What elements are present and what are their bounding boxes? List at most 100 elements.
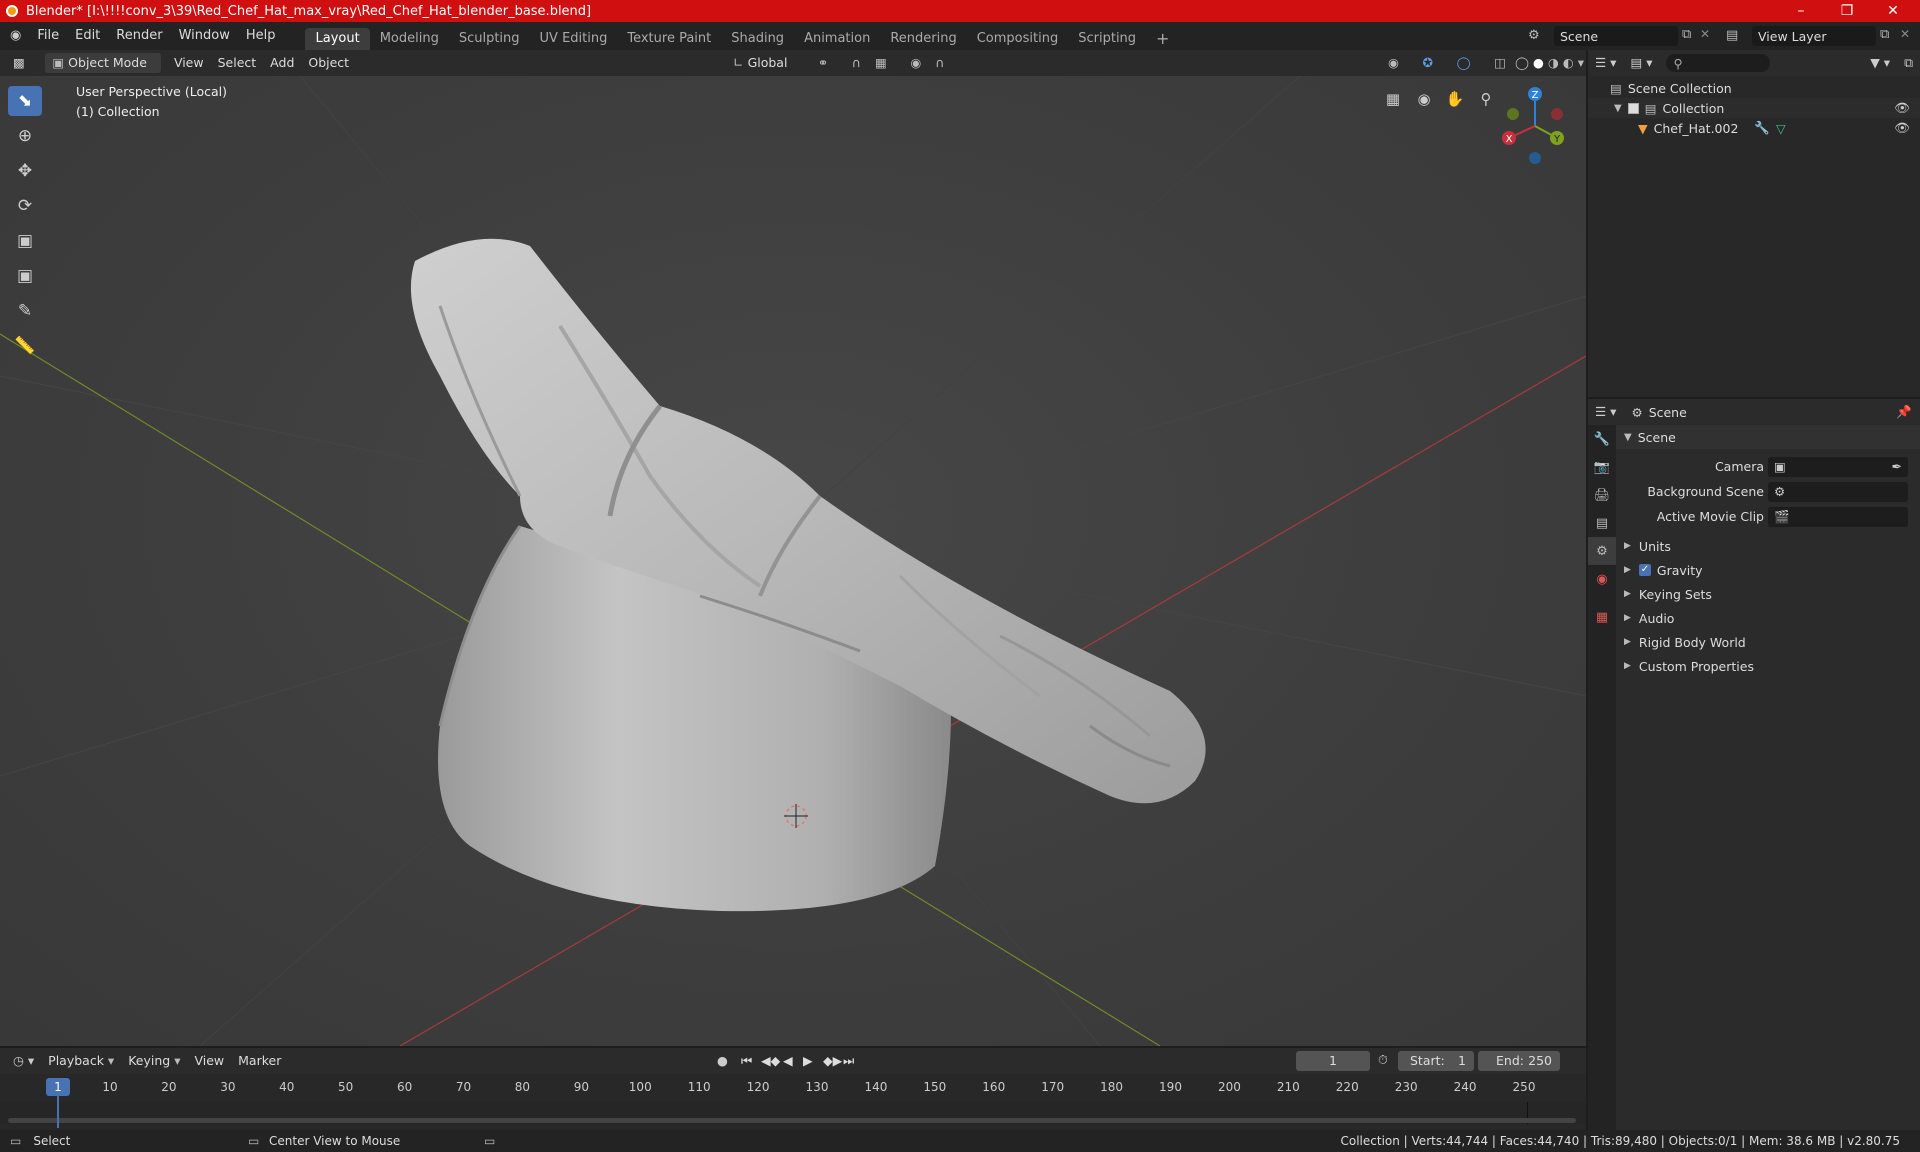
display-mode-icon[interactable]: ▤ ▾ [1623,53,1659,73]
new-collection-icon[interactable]: ⧉ [1897,53,1920,73]
outliner-editor-type-icon[interactable]: ☰ ▾ [1588,53,1623,73]
keying-sets-panel-header[interactable]: ▶ Keying Sets [1616,582,1920,606]
filter-icon[interactable]: ▼ ▾ [1863,53,1897,73]
minimize-button[interactable]: – [1778,0,1824,22]
rotate-tool-icon[interactable]: ⟳ [8,191,42,221]
menu-edit[interactable]: Edit [67,25,108,47]
transform-tool-icon[interactable]: ▣ [8,261,42,291]
navigation-gizmo[interactable]: Z X Y [1495,86,1575,166]
orientation-selector[interactable]: ∟ Global ▾ [726,53,803,90]
world-tab-icon[interactable]: ◉ [1588,565,1616,593]
audio-panel-header[interactable]: ▶ Audio [1616,606,1920,630]
output-tab-icon[interactable]: 🖨 [1588,481,1616,509]
delete-view-layer-icon[interactable]: ✕ [1900,27,1910,41]
eye-icon[interactable]: 👁 [1894,100,1910,116]
xray-toggle-icon[interactable]: ◫ [1487,53,1513,73]
gravity-panel-header[interactable]: ▶ ✓ Gravity [1616,558,1920,582]
tab-texture-paint[interactable]: Texture Paint [617,28,721,50]
tab-sculpting[interactable]: Sculpting [449,28,530,50]
background-scene-field[interactable]: ⚙ [1768,482,1908,502]
menu-view[interactable]: View [167,53,211,73]
measure-tool-icon[interactable]: 📏 [8,331,42,361]
menu-file[interactable]: File [29,25,67,47]
end-frame-field[interactable]: End: 250 [1478,1051,1560,1071]
modifier-wrench-icon[interactable]: 🔧 [1754,120,1770,136]
current-frame-field[interactable]: 1 [1296,1051,1370,1071]
view-layer-icon[interactable]: ▤ [1726,28,1738,43]
material-shading-icon[interactable]: ◑ [1546,53,1561,73]
tab-animation[interactable]: Animation [794,28,880,50]
mode-selector[interactable]: ▣ Object Mode ▾ [45,53,161,90]
viewport-3d[interactable]: User Perspective (Local) (1) Collection … [0,76,1586,1046]
overlay-toggle-icon[interactable]: ◯ ▾ [1450,53,1488,90]
menu-object[interactable]: Object [301,53,356,73]
render-tab-icon[interactable]: 📷 [1588,453,1616,481]
annotate-tool-icon[interactable]: ✎ [8,296,42,326]
rigid-body-world-panel-header[interactable]: ▶ Rigid Body World [1616,630,1920,654]
frame-ruler[interactable]: 1102030405060708090100110120130140150160… [0,1078,1586,1098]
camera-field[interactable]: ▣ ✒ [1768,457,1908,477]
solid-shading-icon[interactable]: ● [1531,53,1546,73]
exclude-checkbox[interactable] [1627,102,1639,114]
menu-marker[interactable]: Marker [231,1051,288,1071]
select-box-tool-icon[interactable]: ⬊ [8,86,42,116]
outliner-row-collection[interactable]: ▼ ▤ Collection 👁 [1588,98,1920,118]
zoom-icon[interactable]: ⚲ [1473,86,1499,112]
timeline-editor-type-icon[interactable]: ◷ ▾ [6,1051,41,1071]
wireframe-shading-icon[interactable]: ◯ [1513,53,1531,73]
menu-help[interactable]: Help [238,25,284,47]
menu-playback[interactable]: Playback ▾ [41,1051,121,1071]
menu-render[interactable]: Render [108,25,170,47]
tab-uv-editing[interactable]: UV Editing [530,28,618,50]
record-keyframe-icon[interactable]: ● [710,1051,735,1071]
texture-tab-icon[interactable]: ▦ [1588,603,1616,631]
disclosure-triangle-icon[interactable]: ▼ [1614,103,1622,114]
eyedropper-icon[interactable]: ✒ [1892,459,1902,474]
outliner-search-input[interactable]: ⚲ [1665,54,1770,72]
menu-select[interactable]: Select [211,53,264,73]
timeline-scrollbar[interactable] [8,1118,1576,1123]
scene-panel-header[interactable]: ▼ Scene [1616,425,1920,449]
menu-add[interactable]: Add [263,53,301,73]
camera-view-icon[interactable]: ◉ [1411,86,1437,112]
move-tool-icon[interactable]: ✥ [8,156,42,186]
shading-options-icon[interactable]: ▾ [1576,53,1586,73]
properties-editor-type-icon[interactable]: ☰ ▾ [1588,402,1623,422]
scene-tab-icon[interactable]: ⚙ [1588,537,1616,565]
add-workspace-icon[interactable]: + [1146,28,1179,50]
mesh-data-icon[interactable]: ▽ [1776,121,1786,136]
scene-selector-icon[interactable]: ⚙ [1528,28,1540,43]
view-layer-tab-icon[interactable]: ▤ [1588,509,1616,537]
active-movie-clip-field[interactable]: 🎬 [1768,507,1908,527]
menu-timeline-view[interactable]: View [187,1051,231,1071]
tab-rendering[interactable]: Rendering [880,28,966,50]
tool-tab-icon[interactable]: 🔧 [1588,425,1616,453]
gravity-checkbox[interactable]: ✓ [1638,564,1651,576]
pin-icon[interactable]: 📌 [1896,404,1912,420]
snap-target-icon[interactable]: ▦ ▾ [868,53,903,90]
pivot-icon[interactable]: ⚭ ▾ [811,53,845,90]
chef-hat-model[interactable] [410,238,1206,912]
rendered-shading-icon[interactable]: ◐ [1561,53,1576,73]
tab-shading[interactable]: Shading [721,28,794,50]
menu-keying[interactable]: Keying ▾ [121,1051,187,1071]
start-frame-field[interactable]: Start: 1 [1398,1051,1474,1071]
delete-scene-icon[interactable]: ✕ [1700,27,1710,41]
outliner-row-object[interactable]: ▼ Chef_Hat.002 🔧 ▽ 👁 [1588,118,1920,138]
menu-window[interactable]: Window [171,25,238,47]
scene-selector[interactable]: Scene [1554,26,1678,46]
maximize-button[interactable]: ❐ [1824,0,1870,22]
new-view-layer-icon[interactable]: ⧉ [1880,27,1889,42]
view-layer-selector[interactable]: View Layer [1752,26,1876,46]
snap-icon[interactable]: ∩ [845,53,868,73]
eye-icon[interactable]: 👁 [1894,120,1910,136]
jump-end-icon[interactable]: ⏭ [836,1051,861,1071]
tab-layout[interactable]: Layout [305,28,370,50]
tab-modeling[interactable]: Modeling [370,28,449,50]
gizmo-toggle-icon[interactable]: ✪ ▾ [1416,53,1450,90]
toggle-camera-grid-icon[interactable]: ▦ [1380,86,1406,112]
timeline-track-area[interactable] [0,1102,1586,1124]
cursor-tool-icon[interactable]: ⊕ [8,121,42,151]
visibility-icon[interactable]: ◉ ▾ [1381,53,1416,90]
tab-scripting[interactable]: Scripting [1068,28,1146,50]
